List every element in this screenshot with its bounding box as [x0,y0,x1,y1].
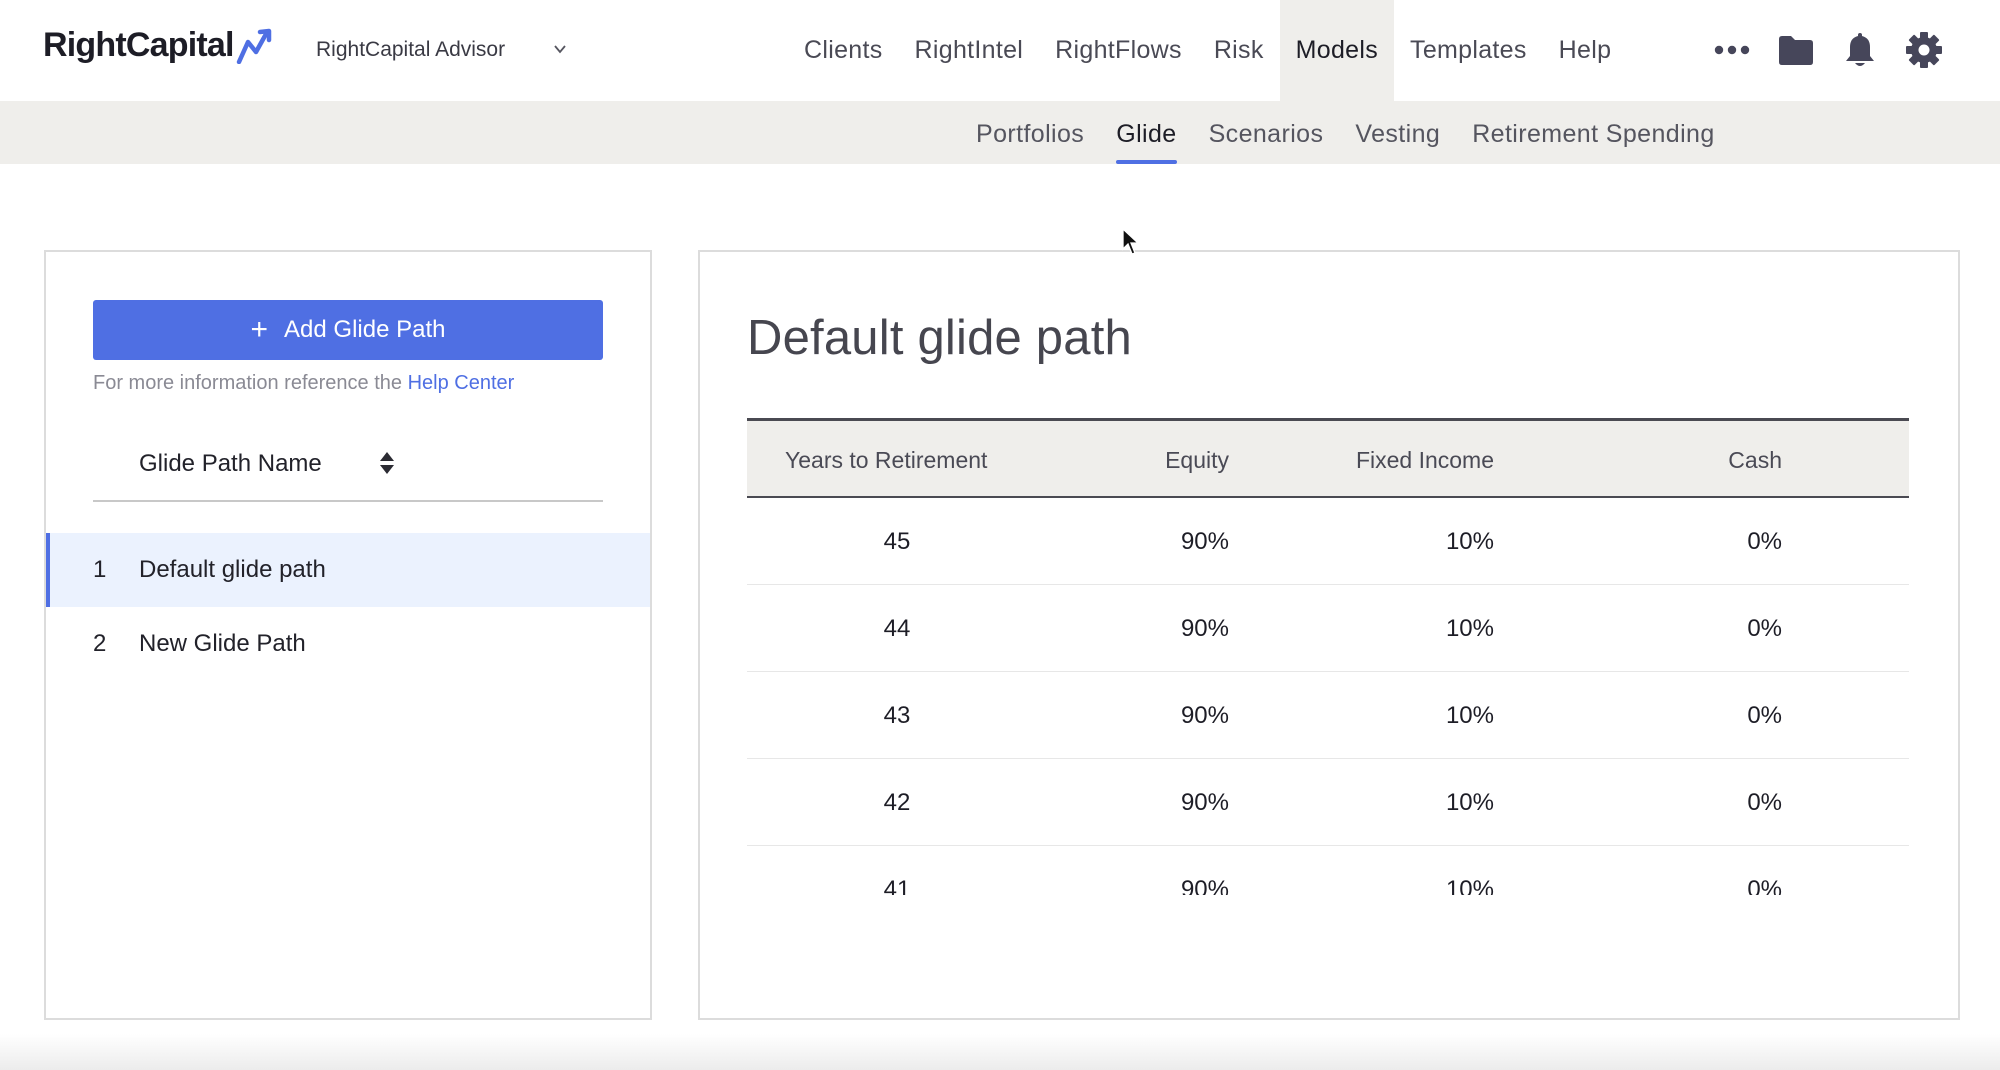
tab-glide[interactable]: Glide [1100,101,1192,164]
sort-icon[interactable] [379,451,395,475]
mouse-cursor-icon [1122,228,1140,255]
cell-fixed-income: 10% [1445,528,1494,555]
nav-item-rightflows[interactable]: RightFlows [1039,0,1198,101]
gear-icon[interactable] [1904,28,1944,72]
list-item[interactable]: 2 New Glide Path [46,607,650,681]
glide-path-title: Default glide path [747,311,1132,365]
nav-item-rightintel[interactable]: RightIntel [899,0,1040,101]
cell-fixed-income: 10% [1445,702,1494,729]
add-glide-path-label: Add Glide Path [284,316,446,343]
nav-item-templates[interactable]: Templates [1394,0,1543,101]
table-body[interactable]: 45 90% 10% 0% 44 90% 10% 0% 43 90% 10% 0% 42 90% 10% 0%… [747,498,1909,895]
help-center-link[interactable]: Help Center [408,372,515,394]
cell-cash: 0% [1747,528,1782,555]
list-item-number: 1 [93,556,107,583]
tab-scenarios[interactable]: Scenarios [1193,101,1340,164]
bell-icon[interactable] [1840,28,1880,72]
cell-cash: 0% [1747,876,1782,895]
tab-vesting[interactable]: Vesting [1339,101,1456,164]
column-header-fixed-income: Fixed Income [1355,447,1494,473]
glide-path-table: Years to Retirement Equity Fixed Income … [747,418,1909,895]
table-row: 42 90% 10% 0% [747,759,1909,846]
list-item-name: New Glide Path [139,630,306,657]
sub-nav: Portfolios Glide Scenarios Vesting Retiremen… [960,101,1731,164]
table-header: Years to Retirement Equity Fixed Income … [747,418,1909,498]
list-header: Glide Path Name [93,420,603,502]
table-row: 44 90% 10% 0% [747,585,1909,672]
help-prefix: For more information reference the [93,372,408,394]
nav-item-models[interactable]: Models [1279,0,1395,101]
add-glide-path-button[interactable]: + Add Glide Path [93,300,603,360]
logo-arrow-icon [236,28,271,64]
more-icon[interactable] [1712,28,1752,72]
bottom-edge [0,1034,2000,1070]
nav-item-help[interactable]: Help [1543,0,1628,101]
chevron-down-icon[interactable] [552,42,568,56]
cell-years: 44 [883,615,911,642]
cell-years: 45 [883,528,911,555]
table-row: 41 90% 10% 0% [747,846,1909,895]
help-text: For more information reference the Help … [93,372,514,395]
column-header-cash: Cash [1728,447,1782,473]
top-navigation-bar: RightCapital RightCapital Advisor Client… [0,0,2000,101]
cell-equity: 90% [1180,528,1229,555]
list-item[interactable]: 1 Default glide path [46,533,650,607]
tab-portfolios[interactable]: Portfolios [960,101,1100,164]
cell-equity: 90% [1180,615,1229,642]
cell-fixed-income: 10% [1445,876,1494,895]
glide-path-list-panel: + Add Glide Path For more information re… [44,250,652,1020]
tab-retirement-spending[interactable]: Retirement Spending [1456,101,1730,164]
sub-navigation-bar: Portfolios Glide Scenarios Vesting Retiremen… [0,101,2000,164]
cell-years: 43 [883,702,911,729]
cell-equity: 90% [1180,702,1229,729]
cell-cash: 0% [1747,702,1782,729]
table-row: 43 90% 10% 0% [747,672,1909,759]
account-switcher-label[interactable]: RightCapital Advisor [316,38,505,62]
cell-cash: 0% [1747,615,1782,642]
nav-item-clients[interactable]: Clients [788,0,899,101]
cell-years: 41 [883,876,911,895]
nav-item-risk[interactable]: Risk [1198,0,1280,101]
cell-years: 42 [883,789,911,816]
cell-cash: 0% [1747,789,1782,816]
cell-equity: 90% [1180,876,1229,895]
plus-icon: + [250,313,269,346]
list-item-name: Default glide path [139,556,326,583]
nav-icon-group [1712,28,1968,72]
glide-path-name-column-header[interactable]: Glide Path Name [139,450,322,478]
rightcapital-logo[interactable]: RightCapital [43,26,276,65]
cell-fixed-income: 10% [1445,789,1494,816]
cell-equity: 90% [1180,789,1229,816]
folder-icon[interactable] [1776,28,1816,72]
brand-name: RightCapital [43,26,234,64]
glide-path-detail-panel: Default glide path Years to Retirement E… [698,250,1960,1020]
main-nav: Clients RightIntel RightFlows Risk Models Tem… [788,0,1627,101]
column-header-years: Years to Retirement [785,447,988,473]
table-row: 45 90% 10% 0% [747,498,1909,585]
list-item-number: 2 [93,630,107,657]
column-header-equity: Equity [1165,447,1229,473]
cell-fixed-income: 10% [1445,615,1494,642]
